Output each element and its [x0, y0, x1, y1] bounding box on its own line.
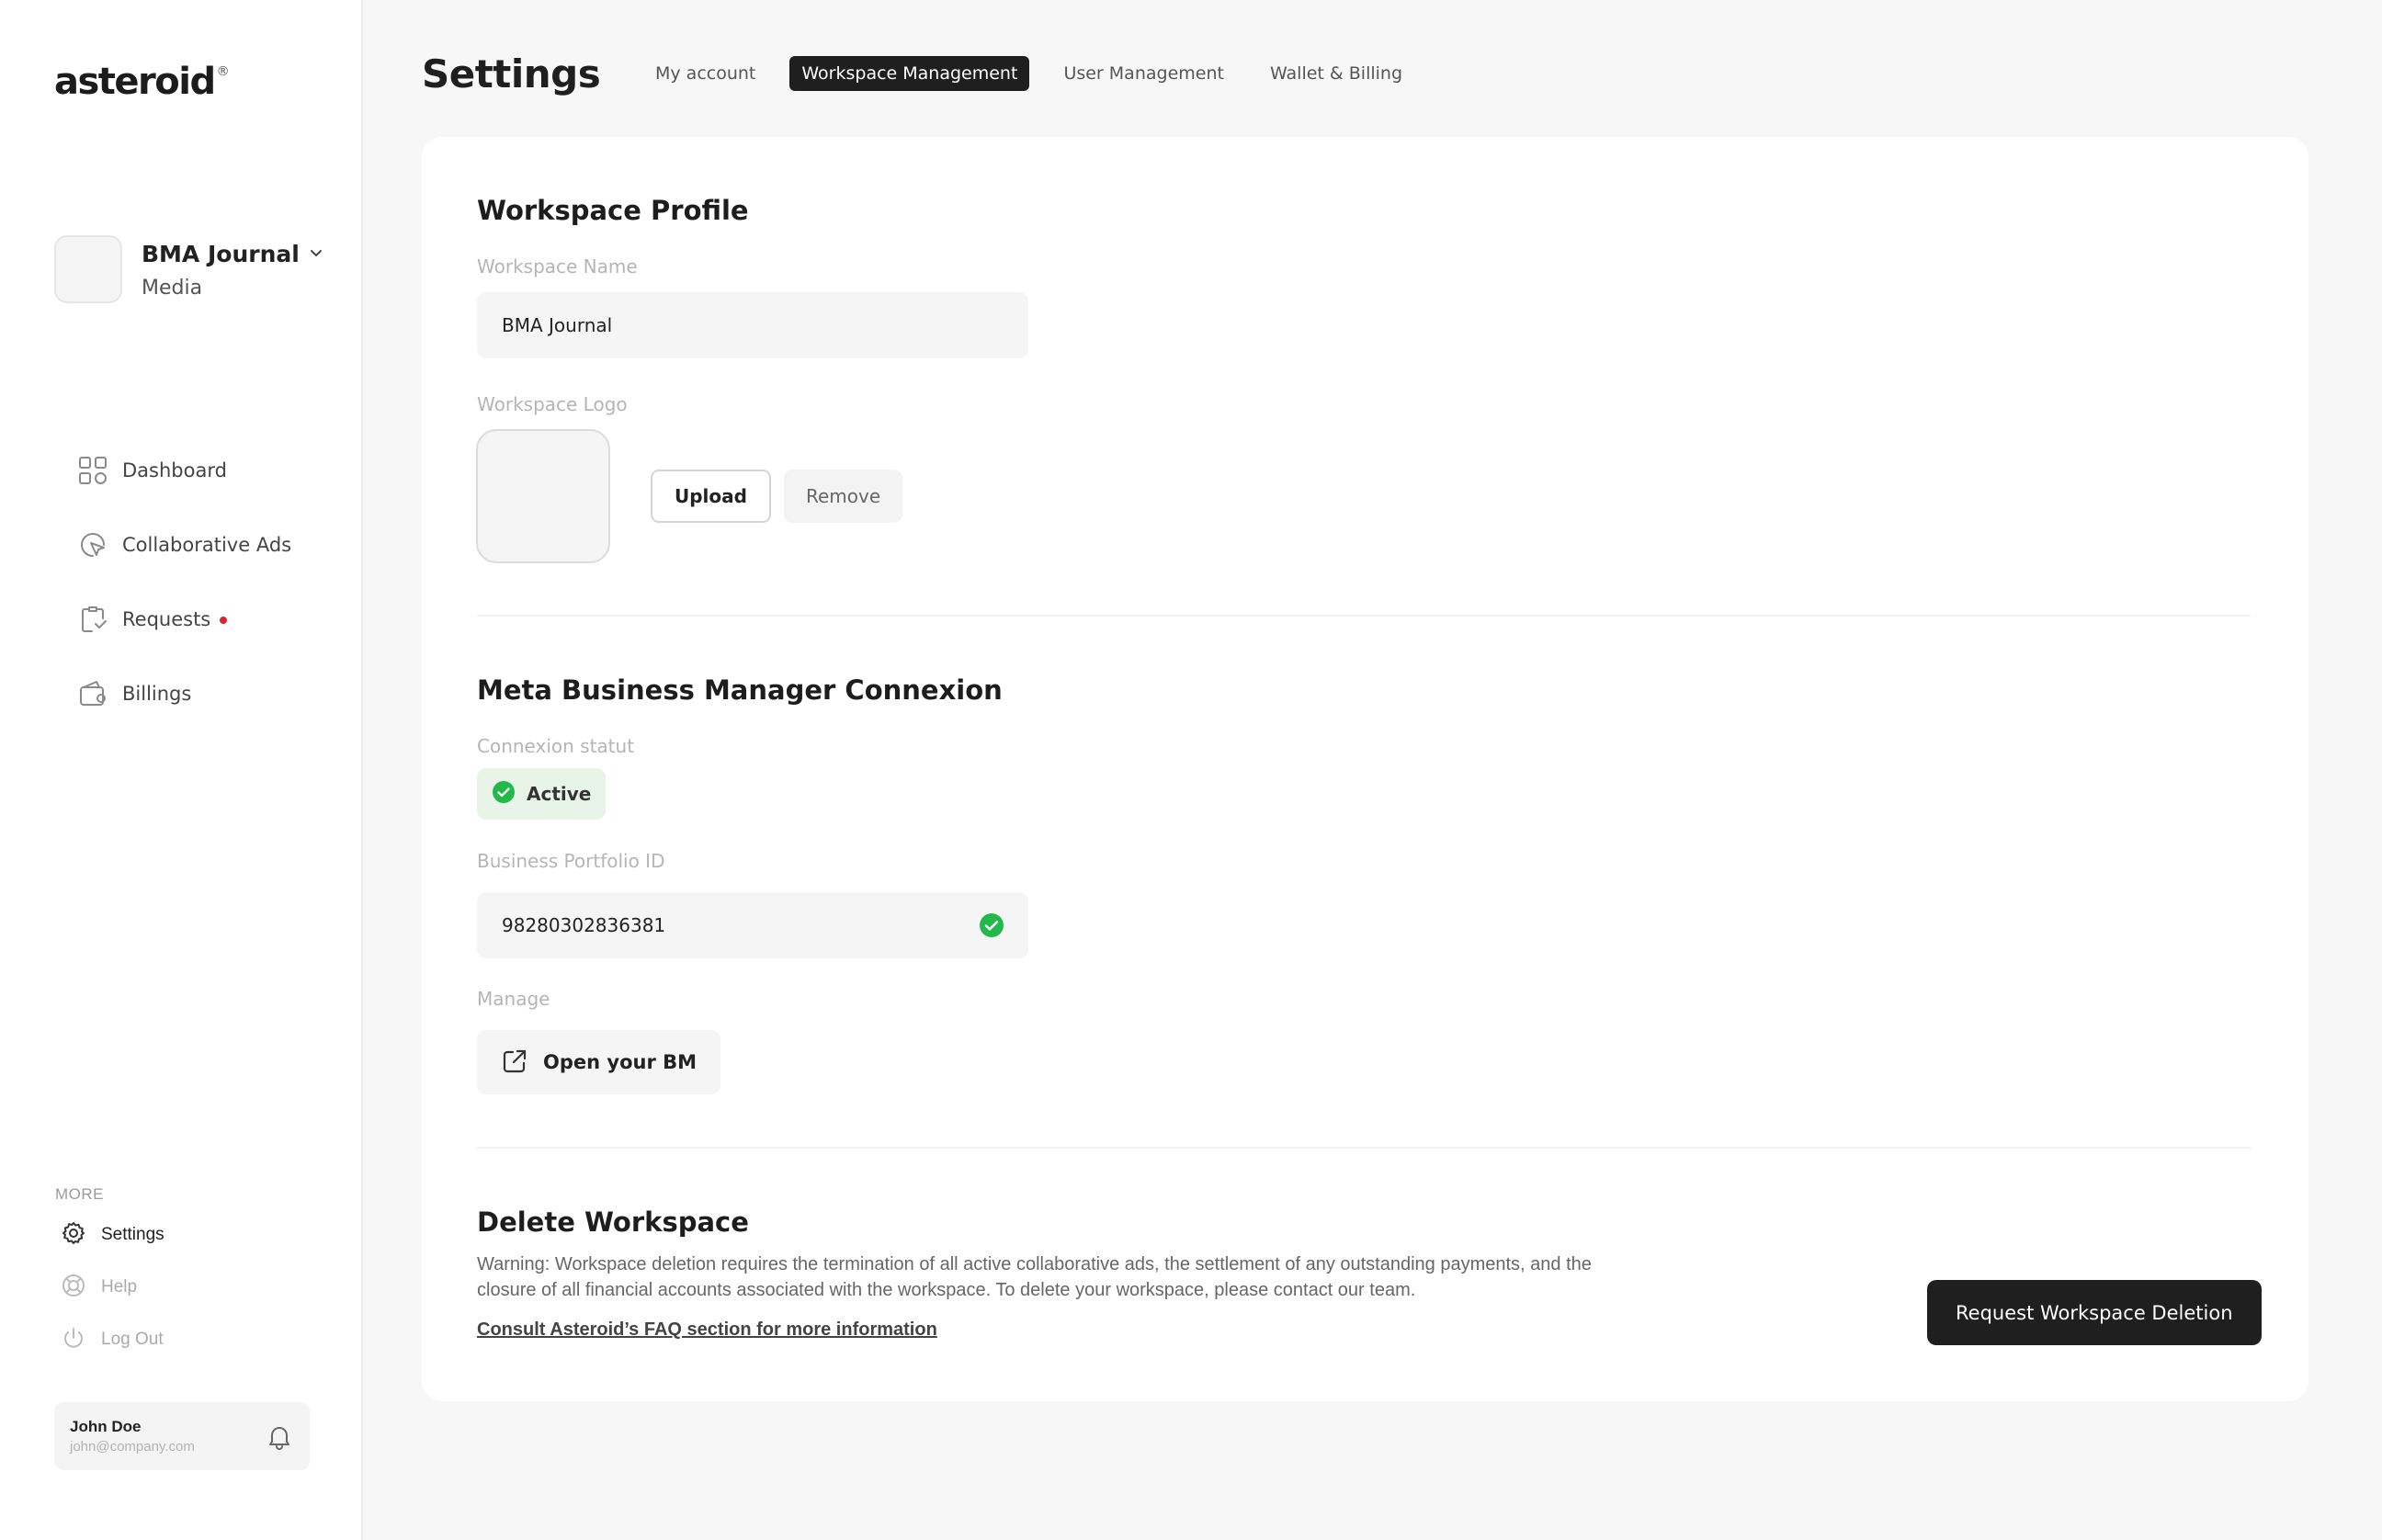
workspace-switcher[interactable]: BMA Journal Media	[54, 235, 323, 303]
more-item-logout[interactable]: Log Out	[61, 1323, 164, 1356]
workspace-info: BMA Journal Media	[142, 241, 323, 300]
verified-check-icon	[979, 912, 1004, 943]
portfolio-id-label: Business Portfolio ID	[477, 850, 665, 872]
brand-logo[interactable]: asteroid ®	[54, 61, 230, 103]
brand-name: asteroid	[54, 61, 216, 103]
status-badge: Active	[477, 768, 607, 820]
nav-label-billings: Billings	[122, 683, 192, 705]
tab-workspace-management[interactable]: Workspace Management	[789, 56, 1030, 91]
remove-button[interactable]: Remove	[784, 470, 903, 523]
section-title-workspace-profile: Workspace Profile	[477, 195, 749, 226]
grid-icon	[76, 454, 109, 487]
user-card[interactable]: John Doe john@company.com	[54, 1402, 310, 1470]
external-link-icon	[501, 1047, 528, 1078]
page-title: Settings	[422, 51, 601, 96]
pointer-icon	[76, 528, 109, 561]
section-divider	[477, 1147, 2251, 1149]
open-bm-button[interactable]: Open your BM	[477, 1030, 721, 1094]
notification-dot	[220, 617, 228, 624]
more-heading: MORE	[55, 1185, 104, 1203]
check-circle-icon	[492, 780, 516, 809]
more-label-settings: Settings	[101, 1225, 164, 1244]
workspace-logo-preview[interactable]	[476, 429, 610, 563]
tab-user-management[interactable]: User Management	[1051, 56, 1236, 91]
registered-mark: ®	[216, 63, 230, 79]
tab-my-account[interactable]: My account	[643, 56, 767, 91]
connexion-status-label: Connexion statut	[477, 735, 635, 757]
portfolio-id-input[interactable]	[477, 892, 1028, 958]
workspace-name-input[interactable]	[477, 292, 1028, 358]
main-nav: Dashboard Collaborative Ads Requests Bil…	[76, 448, 291, 746]
workspace-name-row: BMA Journal	[142, 241, 323, 267]
nav-item-requests[interactable]: Requests	[76, 597, 291, 641]
section-title-meta-connexion: Meta Business Manager Connexion	[477, 674, 1003, 706]
wallet-icon	[76, 677, 109, 710]
more-label-logout: Log Out	[101, 1330, 164, 1349]
section-title-delete-workspace: Delete Workspace	[477, 1206, 749, 1238]
requests-icon	[76, 603, 109, 636]
nav-item-billings[interactable]: Billings	[76, 672, 291, 716]
chevron-down-icon[interactable]	[309, 245, 323, 265]
workspace-type: Media	[142, 277, 203, 300]
faq-link[interactable]: Consult Asteroid’s FAQ section for more …	[477, 1319, 937, 1341]
manage-label: Manage	[477, 988, 550, 1010]
lifebuoy-icon	[61, 1273, 86, 1303]
power-icon	[61, 1325, 86, 1355]
sidebar: asteroid ® BMA Journal Media Dashboard C…	[0, 0, 363, 1540]
nav-label-collaborative-ads: Collaborative Ads	[122, 534, 292, 556]
delete-warning-text: Warning: Workspace deletion requires the…	[477, 1254, 1592, 1300]
more-item-settings[interactable]: Settings	[61, 1218, 164, 1251]
workspace-name: BMA Journal	[142, 241, 300, 267]
nav-item-dashboard[interactable]: Dashboard	[76, 448, 291, 493]
upload-button[interactable]: Upload	[651, 470, 771, 523]
tab-wallet-billing[interactable]: Wallet & Billing	[1258, 56, 1414, 91]
nav-label-dashboard: Dashboard	[122, 459, 227, 481]
more-label-help: Help	[101, 1277, 138, 1297]
settings-tabs: My account Workspace Management User Man…	[643, 56, 1436, 91]
workspace-name-label: Workspace Name	[477, 255, 638, 277]
more-item-help[interactable]: Help	[61, 1271, 164, 1304]
nav-item-collaborative-ads[interactable]: Collaborative Ads	[76, 523, 291, 567]
nav-label-requests: Requests	[122, 608, 211, 630]
section-divider	[477, 615, 2251, 617]
gear-icon	[61, 1220, 86, 1251]
user-email: john@company.com	[70, 1439, 195, 1455]
user-name: John Doe	[70, 1418, 142, 1435]
workspace-avatar	[54, 235, 122, 303]
more-list: Settings Help Log Out	[61, 1218, 164, 1376]
bell-icon[interactable]	[267, 1424, 291, 1455]
workspace-logo-label: Workspace Logo	[477, 393, 628, 415]
settings-card: Workspace Profile Workspace Name Workspa…	[422, 137, 2308, 1401]
request-deletion-button[interactable]: Request Workspace Deletion	[1927, 1280, 2262, 1345]
status-value: Active	[527, 783, 592, 805]
open-bm-label: Open your BM	[543, 1051, 698, 1073]
